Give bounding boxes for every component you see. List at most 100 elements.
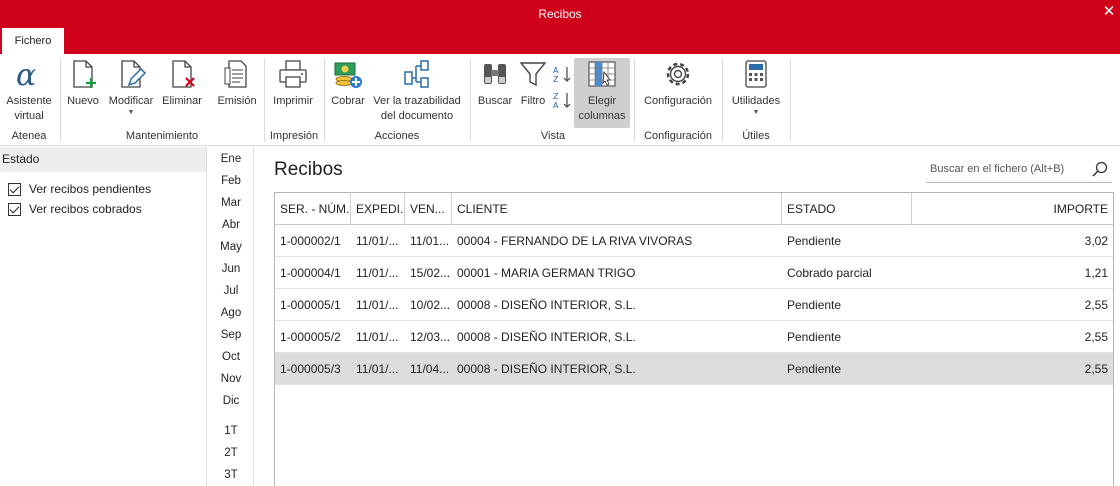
cobrar-label: Cobrar [331,95,365,107]
cell-importe: 1,21 [1084,266,1108,280]
filter-icon [517,58,549,90]
svg-text:A: A [553,66,559,75]
cobrar-button[interactable]: Cobrar [328,58,368,128]
column-header-estado[interactable]: ESTADO [782,193,912,225]
column-header-importe[interactable]: IMPORTE [912,193,1113,225]
cell-vencimiento: 10/02... [410,298,451,312]
separator [790,58,791,142]
cell-ser-num: 1-000005/3 [280,362,341,376]
cell-vencimiento: 11/04... [410,362,450,376]
asistente-label-1: Asistente [6,95,52,107]
delete-document-icon [166,58,198,90]
period-item[interactable]: Jul [208,285,254,297]
period-item[interactable]: Ene [208,153,254,165]
table-row[interactable]: 1-000004/1 11/01/... 15/02... 00001 - MARIA… [275,257,1113,289]
column-header-ser-num[interactable]: SER. - NÚM. [275,193,351,225]
check-cobrados[interactable]: Ver recibos cobrados [8,200,142,218]
svg-text:Z: Z [553,75,559,84]
buscar-button[interactable]: Buscar [476,58,514,128]
cell-expedicion: 11/01/... [356,234,399,248]
cell-estado: Cobrado parcial [787,266,872,280]
ribbon-tabstrip: Fichero [0,28,1120,54]
group-vista: Vista [540,130,566,142]
separator [324,58,325,142]
separator [60,58,61,142]
cell-ser-num: 1-000005/1 [280,298,341,312]
column-header-vencimiento[interactable]: VEN... [405,193,452,225]
group-mantenimiento: Mantenimiento [125,130,199,142]
column-header-cliente[interactable]: CLIENTE [452,193,782,225]
emision-label: Emisión [217,95,257,107]
cell-vencimiento: 15/02... [410,266,451,280]
cell-importe: 2,55 [1084,298,1108,312]
nuevo-button[interactable]: Nuevo [64,58,102,128]
checkbox[interactable] [8,182,21,196]
period-item[interactable]: Abr [208,219,254,231]
calculator-icon [740,58,772,90]
chevron-down-icon: ▼ [752,109,760,116]
period-item[interactable]: May [208,241,254,253]
sort-descending-icon[interactable]: ZA [553,90,573,110]
period-item[interactable]: Dic [208,395,254,407]
cell-cliente: 00008 - DISEÑO INTERIOR, S.L. [457,298,636,312]
trazabilidad-label-2: del documento [380,110,454,122]
period-item[interactable]: 1T [208,425,254,437]
receipts-table: SER. - NÚM. EXPEDI... VEN... CLIENTE EST… [274,192,1114,486]
period-item[interactable]: Mar [208,197,254,209]
group-impresion: Impresión [269,130,319,142]
checkbox[interactable] [8,202,21,216]
page-title: Recibos [274,159,343,180]
configuracion-button[interactable]: Configuración [640,58,716,128]
printer-icon [277,58,309,90]
search-input[interactable] [926,157,1086,181]
eliminar-button[interactable]: Eliminar [160,58,204,128]
sort-ascending-icon[interactable]: AZ [553,64,573,84]
trazabilidad-button[interactable]: Ver la trazabilidad del documento [370,58,464,128]
cell-ser-num: 1-000005/2 [280,330,341,344]
separator [470,58,471,142]
tab-fichero[interactable]: Fichero [2,28,64,54]
modificar-button[interactable]: Modificar ▼ [104,58,158,128]
filtro-button[interactable]: Filtro [516,58,550,128]
cell-vencimiento: 11/01... [410,234,450,248]
utilidades-button[interactable]: Utilidades ▼ [728,58,784,128]
estado-header: Estado [0,147,206,172]
emision-button[interactable]: Emisión [214,58,260,128]
asistente-label-2: virtual [14,110,44,122]
search-box [926,157,1112,183]
document-list-icon [221,58,253,90]
elegir-columnas-button[interactable]: Elegir columnas [574,58,630,128]
table-row[interactable]: 1-000005/2 11/01/... 12/03... 00008 - DISEÑ… [275,321,1113,353]
search-icon[interactable] [1092,161,1108,177]
period-item[interactable]: Nov [208,373,254,385]
close-icon[interactable]: ✕ [1100,3,1118,21]
period-item[interactable]: Feb [208,175,254,187]
table-row[interactable]: 1-000005/3 11/01/... 11/04... 00008 - DISEÑ… [275,353,1113,385]
column-header-expedicion[interactable]: EXPEDI... [351,193,405,225]
trazabilidad-label-1: Ver la trazabilidad [373,95,461,107]
asistente-virtual-button[interactable]: α Asistente virtual [2,58,56,128]
period-item[interactable]: 3T [208,469,254,481]
check-pendientes[interactable]: Ver recibos pendientes [8,180,151,198]
cell-expedicion: 11/01/... [356,330,399,344]
table-header: SER. - NÚM. EXPEDI... VEN... CLIENTE EST… [275,193,1113,225]
table-row[interactable]: 1-000005/1 11/01/... 10/02... 00008 - DISEÑ… [275,289,1113,321]
period-item[interactable]: Sep [208,329,254,341]
cell-estado: Pendiente [787,298,842,312]
period-item[interactable]: 2T [208,447,254,459]
configuracion-label: Configuración [644,95,712,107]
cell-cliente: 00004 - FERNANDO DE LA RIVA VIVORAS [457,234,693,248]
check-label: Ver recibos cobrados [29,202,142,216]
period-item[interactable]: Ago [208,307,254,319]
cell-cliente: 00008 - DISEÑO INTERIOR, S.L. [457,362,636,376]
imprimir-button[interactable]: Imprimir [270,58,316,128]
buscar-label: Buscar [477,95,513,107]
columns-icon [586,58,618,90]
cell-cliente: 00001 - MARIA GERMAN TRIGO [457,266,636,280]
period-item[interactable]: Oct [208,351,254,363]
table-row[interactable]: 1-000002/1 11/01/... 11/01... 00004 - FERNA… [275,225,1113,257]
modificar-label: Modificar [108,95,154,107]
period-item[interactable]: Jun [208,263,254,275]
cell-cliente: 00008 - DISEÑO INTERIOR, S.L. [457,330,636,344]
cell-importe: 2,55 [1084,362,1108,376]
